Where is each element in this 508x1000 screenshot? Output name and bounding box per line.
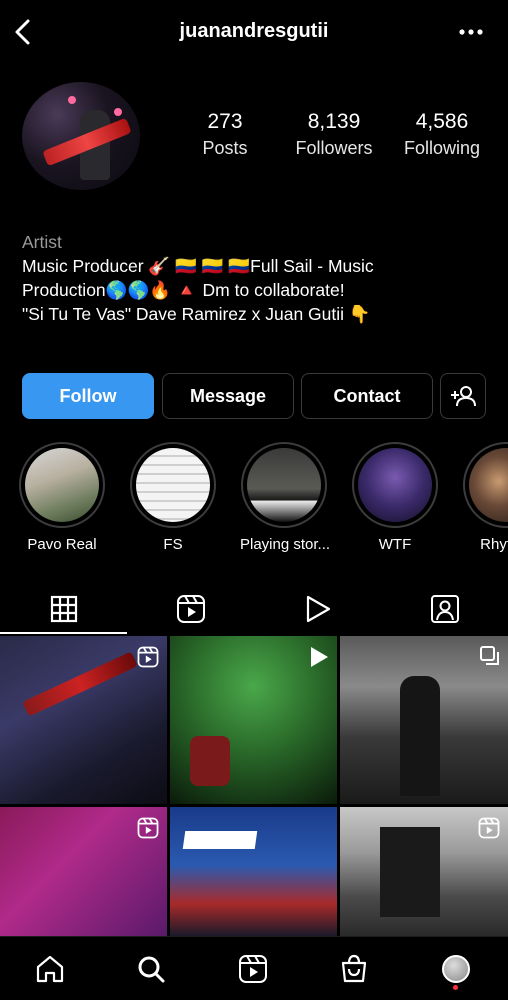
post-thumbnail[interactable] (170, 636, 337, 804)
highlight-ring (130, 442, 216, 528)
reel-badge (137, 646, 159, 673)
follow-button[interactable]: Follow (22, 373, 154, 419)
post-thumbnail[interactable] (170, 807, 337, 936)
tab-videos[interactable] (254, 586, 381, 632)
highlight-thumbnail (136, 448, 210, 522)
highlight-ring (241, 442, 327, 528)
person-shape (400, 676, 440, 796)
profile-avatar-small (442, 955, 470, 983)
profile-bio: Artist Music Producer 🎸 🇨🇴 🇨🇴 🇨🇴Full Sai… (22, 230, 492, 326)
drum-shape (190, 736, 230, 786)
add-user-icon (451, 386, 476, 407)
tab-tagged[interactable] (381, 586, 508, 632)
stat-label: Followers (295, 138, 373, 158)
reels-icon (239, 955, 267, 983)
tab-reels[interactable] (127, 586, 254, 632)
nav-profile[interactable] (438, 951, 474, 990)
highlight-label: Rhythm (480, 536, 508, 553)
post-thumbnail[interactable] (0, 636, 167, 804)
top-bar: juanandresgutii (0, 0, 508, 64)
highlight-label: FS (163, 536, 183, 553)
carousel-badge (480, 646, 500, 671)
profile-category: Artist (22, 232, 62, 252)
profile-username: juanandresgutii (179, 20, 329, 42)
post-thumbnail[interactable] (340, 636, 508, 804)
stat-posts[interactable]: 273 Posts (170, 110, 280, 159)
highlight-thumbnail (358, 448, 432, 522)
highlight-ring (352, 442, 438, 528)
post-thumbnail[interactable] (0, 807, 167, 936)
stat-label: Posts (202, 138, 248, 158)
more-horizontal-icon (459, 29, 483, 35)
message-button[interactable]: Message (162, 373, 294, 419)
stage-light (68, 96, 76, 104)
bio-line: "Si Tu Te Vas" Dave Ramirez x Juan Gutii… (22, 304, 371, 324)
reels-icon (176, 595, 205, 623)
contact-button[interactable]: Contact (301, 373, 433, 419)
banner-shape (182, 831, 258, 849)
nav-reels[interactable] (235, 951, 271, 987)
story-highlights: Pavo Real FS Playing stor... WTF Rhythm (0, 442, 508, 562)
reel-badge (137, 817, 159, 844)
tagged-icon (430, 595, 459, 623)
highlight-thumbnail (469, 448, 508, 522)
highlight-label: WTF (378, 536, 412, 553)
shopping-bag-icon (341, 954, 367, 983)
tab-posts-grid[interactable] (0, 586, 127, 632)
post-thumbnail[interactable] (340, 807, 508, 936)
active-tab-indicator (0, 632, 127, 634)
nav-search[interactable] (133, 951, 169, 987)
door-shape (380, 827, 440, 917)
highlight-ring (19, 442, 105, 528)
highlight-item[interactable]: FS (129, 442, 217, 553)
stat-following[interactable]: 4,586 Following (387, 110, 497, 159)
play-icon (306, 595, 330, 623)
stat-value: 4,586 (415, 110, 469, 133)
profile-avatar[interactable] (22, 82, 140, 190)
posts-grid (0, 636, 508, 936)
notification-dot (453, 985, 458, 990)
stage-light (114, 108, 122, 116)
reels-icon (137, 646, 159, 668)
highlight-ring (463, 442, 508, 528)
highlight-thumbnail (247, 448, 321, 522)
stat-label: Following (403, 138, 481, 158)
highlight-item[interactable]: Pavo Real (18, 442, 106, 553)
suggested-users-button[interactable] (440, 373, 486, 419)
highlight-item[interactable]: WTF (351, 442, 439, 553)
highlight-item[interactable]: Rhythm (462, 442, 508, 553)
highlight-item[interactable]: Playing stor... (240, 442, 331, 553)
highlight-label: Playing stor... (240, 536, 331, 553)
stat-value: 273 (207, 110, 243, 133)
guitar-shape (22, 651, 138, 717)
grid-icon (50, 595, 77, 623)
search-icon (138, 956, 165, 983)
reels-icon (478, 817, 500, 839)
nav-shop[interactable] (336, 951, 372, 987)
play-icon (311, 647, 328, 667)
more-options-button[interactable] (456, 20, 486, 44)
play-badge (309, 646, 329, 673)
profile-tabs (0, 586, 508, 634)
bottom-navigation (0, 936, 508, 1000)
carousel-icon (480, 646, 499, 665)
stat-followers[interactable]: 8,139 Followers (279, 110, 389, 159)
nav-home[interactable] (32, 951, 68, 987)
reel-badge (478, 817, 500, 844)
stat-value: 8,139 (307, 110, 361, 133)
reels-icon (137, 817, 159, 839)
highlight-label: Pavo Real (27, 536, 97, 553)
home-icon (36, 955, 64, 983)
bio-line: Music Producer 🎸 🇨🇴 🇨🇴 🇨🇴Full Sail - Mus… (22, 256, 374, 276)
highlight-thumbnail (25, 448, 99, 522)
bio-line: Production🌎🌎🔥 🔺 Dm to collaborate! (22, 280, 345, 300)
